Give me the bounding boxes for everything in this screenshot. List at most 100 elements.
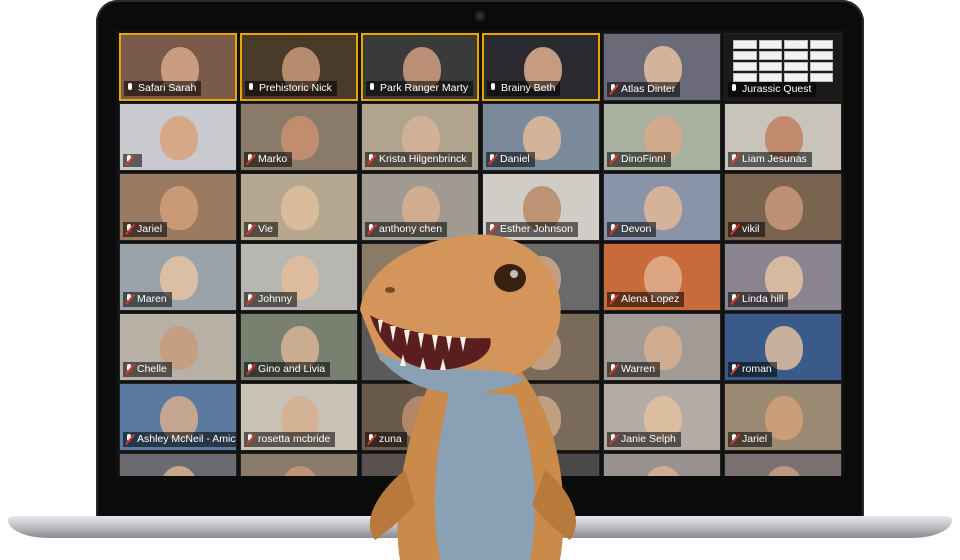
participant-tile[interactable]: Maren (119, 243, 237, 311)
participant-name: Krista Hilgenbrinck (379, 153, 467, 165)
participant-name: Warren (621, 363, 656, 375)
participant-tile[interactable]: Chelle (119, 313, 237, 381)
quest-board-cell (784, 40, 808, 49)
participant-name: Linda hill (742, 293, 784, 305)
quest-board-cell (758, 51, 782, 60)
participant-tile[interactable]: Alena Lopez (603, 243, 721, 311)
participant-tile[interactable]: Janie Selph (603, 383, 721, 451)
participant-name: Chelle (137, 363, 167, 375)
participant-name-label (123, 154, 142, 167)
participant-name-label: Daniel (486, 152, 535, 167)
quest-board-cell (809, 40, 833, 49)
participant-tile[interactable]: Brainy Beth (482, 33, 600, 101)
participant-tile[interactable]: DinoFinn! (603, 103, 721, 171)
participant-name: Jariel (742, 433, 768, 445)
mic-icon (126, 83, 135, 94)
participant-name-label: Ashley McNeil - Amica (123, 432, 237, 447)
participant-tile[interactable]: Jurassic Quest (724, 33, 842, 101)
participant-tile[interactable]: Marko (240, 103, 358, 171)
participant-tile[interactable]: vikil (724, 173, 842, 241)
participant-name-label: Chelle (123, 362, 172, 377)
mic-muted-icon (488, 154, 497, 165)
mic-muted-icon (730, 434, 739, 445)
participant-tile[interactable]: roman (724, 313, 842, 381)
webcam-icon (476, 12, 484, 20)
participant-video (644, 466, 682, 476)
participant-name: Jariel (137, 223, 163, 235)
participant-tile[interactable]: Ashley McNeil - Amica (119, 383, 237, 451)
mic-icon (489, 83, 498, 94)
participant-name: Marko (258, 153, 288, 165)
participant-name-label: Atlas Dinter (607, 82, 681, 97)
participant-name-label: Marko (244, 152, 293, 167)
participant-name-label: Jariel (728, 432, 773, 447)
mic-icon (368, 83, 377, 94)
participant-name-label: Maren (123, 292, 172, 307)
participant-tile[interactable] (119, 453, 237, 476)
mic-muted-icon (125, 294, 134, 305)
participant-name: Alena Lopez (621, 293, 680, 305)
participant-name-label: Vie (244, 222, 278, 237)
participant-name-label: Jariel (123, 222, 168, 237)
quest-board-cell (733, 62, 757, 71)
mic-muted-icon (246, 294, 255, 305)
quest-board-cell (733, 73, 757, 82)
mic-muted-icon (730, 294, 739, 305)
participant-video (765, 186, 803, 230)
participant-name: Daniel (500, 153, 530, 165)
participant-tile[interactable]: Liam Jesunas (724, 103, 842, 171)
quest-board-cell (784, 51, 808, 60)
participant-name-label: roman (728, 362, 777, 377)
mic-muted-icon (246, 154, 255, 165)
participant-name-label: DinoFinn! (607, 152, 671, 167)
participant-tile[interactable]: Warren (603, 313, 721, 381)
participant-video (281, 466, 319, 476)
participant-name-label: Gino and Livia (244, 362, 331, 377)
participant-video (160, 116, 198, 160)
participant-tile[interactable]: Jariel (724, 383, 842, 451)
mic-muted-icon (246, 224, 255, 235)
participant-name: Safari Sarah (138, 82, 197, 94)
participant-name-label: Linda hill (728, 292, 789, 307)
mic-muted-icon (730, 224, 739, 235)
participant-tile[interactable]: Park Ranger Marty (361, 33, 479, 101)
quest-board-cell (784, 73, 808, 82)
participant-name: vikil (742, 223, 760, 235)
quest-board-cell (733, 40, 757, 49)
participant-tile[interactable]: Daniel (482, 103, 600, 171)
participant-tile[interactable]: Linda hill (724, 243, 842, 311)
participant-name-label: Park Ranger Marty (366, 81, 474, 96)
mic-icon (730, 84, 739, 95)
participant-tile[interactable] (119, 103, 237, 171)
participant-name: roman (742, 363, 772, 375)
mic-muted-icon (609, 84, 618, 95)
participant-tile[interactable]: Safari Sarah (119, 33, 237, 101)
mic-muted-icon (730, 364, 739, 375)
participant-name: Janie Selph (621, 433, 676, 445)
participant-tile[interactable] (724, 453, 842, 476)
participant-name: Ashley McNeil - Amica (137, 433, 237, 445)
participant-name: Vie (258, 223, 273, 235)
participant-name-label: Krista Hilgenbrinck (365, 152, 472, 167)
participant-tile[interactable]: Jariel (119, 173, 237, 241)
quest-board-cell (758, 40, 782, 49)
participant-name-label: Jurassic Quest (728, 82, 817, 97)
participant-name: Park Ranger Marty (380, 82, 469, 94)
mic-muted-icon (367, 154, 376, 165)
quest-board-cell (758, 62, 782, 71)
participant-tile[interactable]: Krista Hilgenbrinck (361, 103, 479, 171)
participant-name: Johnny (258, 293, 292, 305)
mic-muted-icon (125, 434, 134, 445)
participant-tile[interactable]: Atlas Dinter (603, 33, 721, 101)
quest-board-cell (733, 51, 757, 60)
participant-tile[interactable] (603, 453, 721, 476)
participant-tile[interactable]: Devon (603, 173, 721, 241)
participant-name-label: Johnny (244, 292, 297, 307)
participant-tile[interactable]: Prehistoric Nick (240, 33, 358, 101)
participant-name: DinoFinn! (621, 153, 666, 165)
participant-name: Liam Jesunas (742, 153, 807, 165)
participant-name: Atlas Dinter (621, 83, 676, 95)
participant-name: Jurassic Quest (742, 83, 812, 95)
participant-name-label: Liam Jesunas (728, 152, 812, 167)
participant-video (765, 466, 803, 476)
